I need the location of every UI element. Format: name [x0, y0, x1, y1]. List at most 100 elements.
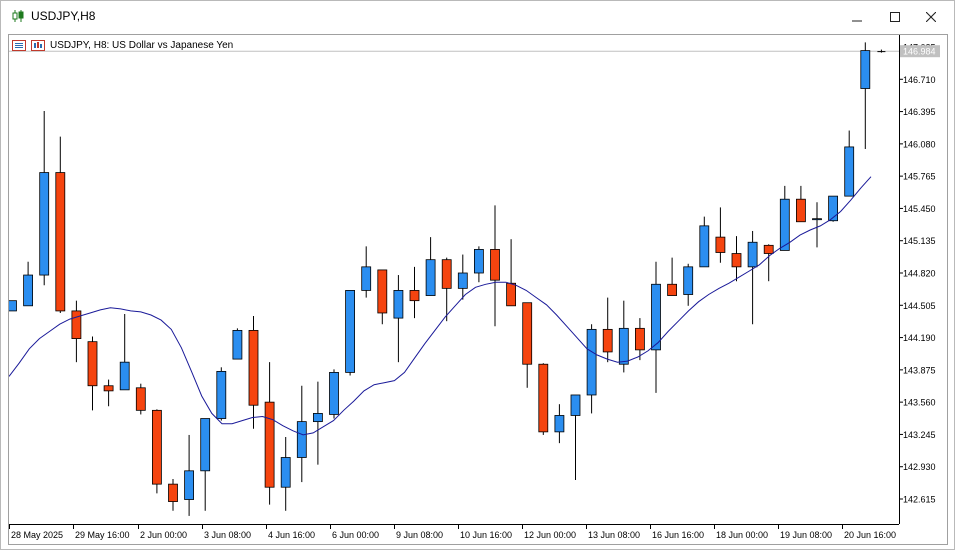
maximize-button[interactable] — [878, 1, 912, 32]
candle[interactable] — [361, 246, 372, 298]
candle[interactable] — [103, 379, 114, 407]
minimize-button[interactable] — [840, 1, 874, 32]
candle[interactable] — [87, 336, 98, 411]
candle-body — [312, 413, 323, 423]
candle-body — [9, 300, 17, 312]
candle[interactable] — [731, 236, 742, 282]
candle[interactable] — [522, 302, 533, 388]
time-tick-label: 18 Jun 00:00 — [716, 530, 768, 540]
candle-body — [409, 290, 420, 302]
candle-body — [763, 244, 774, 254]
candle-body — [860, 50, 871, 89]
candle[interactable] — [71, 300, 82, 363]
candle[interactable] — [168, 479, 178, 511]
candle[interactable] — [151, 409, 162, 494]
price-tick-label: 143.875 — [903, 365, 936, 375]
candle[interactable] — [651, 261, 661, 393]
candle-body — [425, 259, 436, 296]
candle[interactable] — [570, 394, 581, 481]
candle-body — [119, 361, 130, 391]
candle[interactable] — [135, 383, 146, 415]
close-button[interactable] — [914, 1, 948, 32]
candle[interactable] — [329, 369, 339, 419]
price-tick-label: 145.450 — [903, 204, 936, 214]
candle-body — [602, 328, 613, 353]
time-tick-label: 16 Jun 16:00 — [652, 530, 704, 540]
candle[interactable] — [119, 313, 130, 391]
candle[interactable] — [554, 404, 565, 444]
candle-body — [618, 327, 629, 365]
candle[interactable] — [473, 246, 484, 283]
candle-body — [747, 241, 758, 268]
candle-body — [812, 218, 822, 221]
candle-body — [151, 409, 162, 485]
candle[interactable] — [377, 269, 388, 325]
candle-body — [667, 283, 677, 296]
candle[interactable] — [812, 202, 822, 248]
candle[interactable] — [796, 185, 806, 223]
candle[interactable] — [538, 363, 549, 435]
candle-body — [200, 418, 211, 472]
candle[interactable] — [506, 239, 517, 307]
candle[interactable] — [23, 261, 34, 307]
candle[interactable] — [715, 207, 726, 263]
candle-body — [135, 387, 146, 411]
ohlc-box-icon[interactable] — [12, 39, 26, 51]
time-tick-label: 6 Jun 00:00 — [332, 530, 379, 540]
price-tick-label: 144.190 — [903, 333, 936, 343]
candle-body — [264, 401, 275, 488]
candle-body — [731, 253, 742, 268]
candle-body — [280, 457, 291, 488]
candle-body — [23, 274, 34, 307]
candle[interactable] — [248, 316, 259, 429]
candle[interactable] — [763, 244, 774, 282]
candle[interactable] — [345, 290, 356, 376]
candle[interactable] — [216, 367, 227, 421]
candle[interactable] — [699, 216, 710, 268]
candle[interactable] — [409, 266, 420, 319]
price-tick-label: 145.135 — [903, 236, 936, 246]
candle[interactable] — [586, 324, 597, 414]
candle[interactable] — [200, 418, 211, 511]
candle[interactable] — [393, 275, 404, 363]
candlestick-chart[interactable]: 147.025146.710146.395146.080145.765145.4… — [9, 35, 947, 544]
candle[interactable] — [683, 263, 694, 306]
chart-settings-icon[interactable] — [31, 39, 45, 51]
candle-body — [103, 385, 114, 392]
candle-body — [635, 327, 645, 351]
price-tick-label: 146.710 — [903, 75, 936, 85]
time-tick-label: 20 Jun 16:00 — [844, 530, 896, 540]
candle[interactable] — [860, 42, 871, 149]
time-tick-label: 29 May 16:00 — [75, 530, 130, 540]
candle[interactable] — [490, 205, 500, 327]
candle-body — [441, 259, 452, 289]
current-price-label: 146.984 — [903, 47, 936, 57]
title-bar[interactable]: USDJPY,H8 — [1, 1, 954, 32]
candle[interactable] — [312, 381, 323, 465]
candle[interactable] — [9, 300, 17, 312]
candle-body — [168, 483, 178, 502]
candle[interactable] — [747, 230, 758, 325]
price-tick-label: 146.080 — [903, 139, 936, 149]
chart-area[interactable]: 147.025146.710146.395146.080145.765145.4… — [8, 34, 948, 545]
candle[interactable] — [264, 362, 275, 505]
candle[interactable] — [55, 136, 66, 313]
candle-body — [216, 370, 227, 419]
candle-body — [683, 266, 694, 295]
candle[interactable] — [844, 130, 855, 197]
candle[interactable] — [232, 328, 243, 360]
price-tick-label: 142.615 — [903, 495, 936, 505]
candle-body — [39, 172, 50, 276]
candle[interactable] — [184, 434, 195, 516]
candle[interactable] — [280, 436, 291, 511]
candle[interactable] — [425, 237, 436, 296]
candle[interactable] — [667, 257, 677, 296]
candle[interactable] — [39, 111, 50, 286]
candle[interactable] — [457, 254, 468, 300]
candle-body — [490, 249, 500, 281]
candle-body — [457, 272, 468, 289]
chart-header: USDJPY, H8: US Dollar vs Japanese Yen — [12, 37, 233, 53]
candle[interactable] — [779, 185, 790, 251]
candle-body — [699, 225, 710, 268]
candle[interactable] — [602, 297, 613, 363]
